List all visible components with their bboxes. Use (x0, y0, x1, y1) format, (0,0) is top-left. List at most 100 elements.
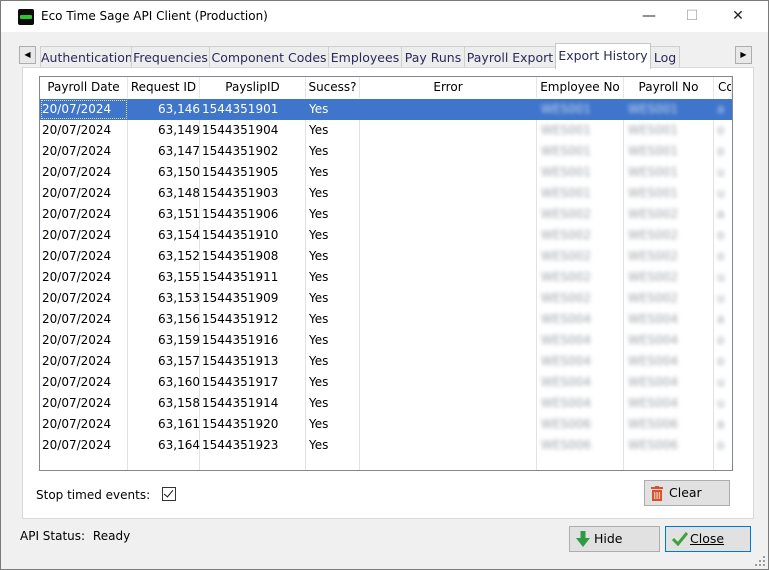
cell-payroll-date: 20/07/2024 (42, 144, 112, 158)
stop-timed-events-checkbox[interactable] (162, 487, 176, 501)
column-header-payroll-date[interactable]: Payroll Date (40, 77, 128, 98)
cell-error (360, 120, 537, 141)
cell-error (360, 225, 537, 246)
cell-success: Yes (309, 291, 329, 305)
cell-success: Yes (309, 228, 329, 242)
table-row[interactable]: 20/07/2024 63,149 1544351904 Yes WES001 WES00… (40, 120, 732, 141)
cell-error (360, 288, 537, 309)
cell-payslip-id: 1544351906 (202, 207, 279, 221)
tab-scroll-left-button[interactable]: ◀ (19, 46, 36, 64)
column-header-payslip-id[interactable]: PayslipID (200, 77, 306, 98)
cell-payroll-no: WES001 (628, 186, 678, 200)
table-row[interactable]: 20/07/2024 63,154 1544351910 Yes WES002 WES00… (40, 225, 732, 246)
cell-employee-no: WES001 (541, 144, 591, 158)
clear-button-label: Clear (669, 485, 702, 500)
column-header-error[interactable]: Error (360, 77, 537, 98)
title-bar: Eco Time Sage API Client (Production) — … (1, 1, 768, 32)
minimize-button[interactable]: — (626, 1, 672, 32)
cell-payroll-no: WES006 (628, 438, 678, 452)
table-row[interactable]: 20/07/2024 63,150 1544351905 Yes WES001 WES00… (40, 162, 732, 183)
cell-payslip-id: 1544351914 (202, 396, 279, 410)
column-header-payroll-no[interactable]: Payroll No (624, 77, 714, 98)
tab-component-codes[interactable]: Component Codes (209, 46, 329, 68)
close-window-button[interactable]: ✕ (715, 1, 761, 32)
maximize-button[interactable]: ☐ (669, 1, 715, 32)
cell-payroll-date: 20/07/2024 (42, 438, 112, 452)
cell-payroll-no: WES001 (628, 144, 678, 158)
cell-payroll-date: 20/07/2024 (42, 396, 112, 410)
cell-employee-no: WES002 (541, 207, 591, 221)
cell-payroll-date: 20/07/2024 (42, 417, 112, 431)
cell-co: o (717, 123, 725, 137)
column-header-co[interactable]: Co (714, 77, 732, 98)
cell-payroll-no: WES001 (628, 165, 678, 179)
hide-button[interactable]: Hide (569, 526, 660, 552)
table-row[interactable]: 20/07/2024 63,156 1544351912 Yes WES004 WES00… (40, 309, 732, 330)
cell-co: a (717, 207, 725, 221)
cell-payroll-no: WES004 (628, 396, 678, 410)
cell-employee-no: WES004 (541, 354, 591, 368)
cell-payslip-id: 1544351902 (202, 144, 279, 158)
clear-button[interactable]: Clear (644, 480, 730, 506)
cell-payroll-no: WES002 (628, 228, 678, 242)
column-header-request-id[interactable]: Request ID (128, 77, 200, 98)
cell-payroll-date: 20/07/2024 (42, 249, 112, 263)
column-header-success[interactable]: Sucess? (306, 77, 360, 98)
export-history-grid[interactable]: Payroll Date Request ID PayslipID Sucess… (39, 76, 733, 471)
cell-payroll-no: WES006 (628, 417, 678, 431)
table-row[interactable]: 20/07/2024 63,147 1544351902 Yes WES001 WES00… (40, 141, 732, 162)
window-title: Eco Time Sage API Client (Production) (41, 9, 268, 23)
tab-frequencies[interactable]: Frequencies (131, 46, 210, 68)
cell-co: o (717, 438, 725, 452)
cell-payroll-date: 20/07/2024 (42, 375, 112, 389)
tab-scroll-right-button[interactable]: ▶ (735, 46, 752, 64)
cell-error (360, 330, 537, 351)
cell-employee-no: WES001 (541, 123, 591, 137)
cell-request-id: 63,151 (158, 207, 200, 221)
cell-error (360, 393, 537, 414)
cell-payslip-id: 1544351909 (202, 291, 279, 305)
table-row[interactable]: 20/07/2024 63,161 1544351920 Yes WES006 WES00… (40, 414, 732, 435)
tab-export-history[interactable]: Export History (555, 43, 651, 69)
cell-employee-no: WES002 (541, 291, 591, 305)
cell-co: u (717, 396, 725, 410)
table-row[interactable]: 20/07/2024 63,157 1544351913 Yes WES004 WES00… (40, 351, 732, 372)
cell-request-id: 63,161 (158, 417, 200, 431)
column-header-employee-no[interactable]: Employee No (537, 77, 624, 98)
cell-error (360, 162, 537, 183)
table-row[interactable]: 20/07/2024 63,148 1544351903 Yes WES001 WES00… (40, 183, 732, 204)
cell-error (360, 372, 537, 393)
cell-co: u (717, 375, 725, 389)
tab-log[interactable]: Log (650, 46, 680, 68)
cell-request-id: 63,153 (158, 291, 200, 305)
resize-grip[interactable] (755, 556, 765, 566)
tab-pay-runs[interactable]: Pay Runs (401, 46, 465, 68)
close-button[interactable]: Close (665, 526, 751, 552)
tab-authentication[interactable]: Authentication (40, 46, 132, 68)
tab-payroll-export[interactable]: Payroll Export (464, 46, 556, 68)
table-row[interactable]: 20/07/2024 63,151 1544351906 Yes WES002 WES00… (40, 204, 732, 225)
cell-payslip-id: 1544351901 (202, 102, 279, 116)
cell-employee-no: WES006 (541, 438, 591, 452)
cell-payroll-date: 20/07/2024 (42, 186, 112, 200)
tab-employees[interactable]: Employees (328, 46, 402, 68)
table-row[interactable]: 20/07/2024 63,155 1544351911 Yes WES002 WES00… (40, 267, 732, 288)
table-row[interactable]: 20/07/2024 63,152 1544351908 Yes WES002 WES00… (40, 246, 732, 267)
table-row[interactable]: 20/07/2024 63,159 1544351916 Yes WES004 WES00… (40, 330, 732, 351)
stop-timed-events-label: Stop timed events: (36, 488, 151, 502)
cell-payroll-date: 20/07/2024 (42, 312, 112, 326)
cell-payroll-no: WES001 (628, 123, 678, 137)
close-button-label: Close (690, 531, 725, 546)
cell-co: o (717, 333, 725, 347)
table-row[interactable]: 20/07/2024 63,158 1544351914 Yes WES004 WES00… (40, 393, 732, 414)
table-row[interactable]: 20/07/2024 63,146 1544351901 Yes WES001 WES00… (40, 99, 732, 120)
cell-payslip-id: 1544351905 (202, 165, 279, 179)
table-row[interactable]: 20/07/2024 63,160 1544351917 Yes WES004 WES00… (40, 372, 732, 393)
cell-request-id: 63,160 (158, 375, 200, 389)
arrow-down-icon (576, 531, 590, 547)
cell-employee-no: WES004 (541, 396, 591, 410)
hide-button-label: Hide (594, 531, 623, 546)
table-row[interactable]: 20/07/2024 63,153 1544351909 Yes WES002 WES00… (40, 288, 732, 309)
table-row[interactable]: 20/07/2024 63,164 1544351923 Yes WES006 WES00… (40, 435, 732, 456)
cell-request-id: 63,150 (158, 165, 200, 179)
